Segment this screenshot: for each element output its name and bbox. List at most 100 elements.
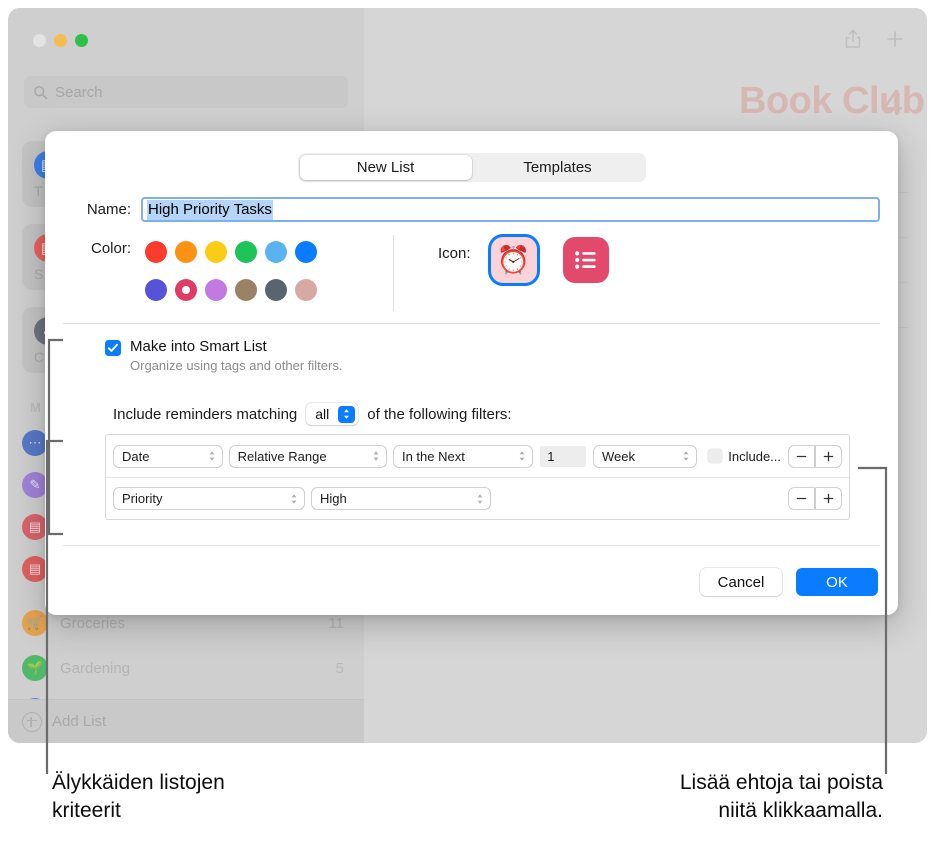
filter-amount-input[interactable]: 1 <box>540 445 586 467</box>
filter-include-checkbox[interactable] <box>708 449 723 463</box>
color-swatch-pink-selected[interactable] <box>175 279 197 301</box>
add-filter-button[interactable] <box>816 488 841 509</box>
minimize-window-button[interactable] <box>54 34 67 47</box>
filter-qualifier-value: In the Next <box>401 448 465 464</box>
tab-new-list[interactable]: New List <box>299 155 472 180</box>
filter-field-select[interactable]: Date <box>114 445 222 467</box>
matching-prefix-label: Include reminders matching <box>113 405 298 423</box>
matching-mode-select[interactable]: all <box>306 403 359 425</box>
filter-include-checkbox-row[interactable]: Include... <box>708 449 781 464</box>
dialog-footer-buttons: Cancel OK <box>700 568 878 596</box>
tab-templates[interactable]: Templates <box>472 155 644 180</box>
color-swatch-cell[interactable] <box>291 275 321 305</box>
search-placeholder: Search <box>55 83 103 101</box>
search-input[interactable]: Search <box>24 76 348 108</box>
plus-icon <box>823 493 834 504</box>
filter-unit-value: Week <box>601 448 635 464</box>
color-swatch-cell[interactable] <box>231 275 261 305</box>
filters-card: Date Relative Range In the Next 1 Week I… <box>105 434 850 520</box>
bulleted-list-icon <box>574 251 596 269</box>
matching-row: Include reminders matching all of the fo… <box>113 403 512 425</box>
color-and-icon-row: Color: Icon: ⏰ <box>63 235 880 321</box>
up-down-chevron-icon <box>338 405 356 423</box>
dialog-segmented-control[interactable]: New List Templates <box>297 153 646 182</box>
color-swatch-cell[interactable] <box>201 237 231 267</box>
callout-caption-left: Älykkäiden listojen kriteerit <box>52 769 225 824</box>
add-filter-button[interactable] <box>816 445 842 467</box>
callout-caption-left-line2: kriteerit <box>52 798 121 822</box>
color-swatch-slate[interactable] <box>265 279 287 301</box>
smart-tile-label: C <box>34 349 45 365</box>
color-swatch-orange[interactable] <box>175 241 197 263</box>
share-icon[interactable] <box>843 28 863 50</box>
sidebar-item-count: 5 <box>335 659 344 677</box>
maximize-window-button[interactable] <box>75 34 88 47</box>
filter-field-select[interactable]: Priority <box>114 488 304 509</box>
color-swatch-purple[interactable] <box>205 279 227 301</box>
color-swatch-cell[interactable] <box>171 275 201 305</box>
sidebar-list-item-gardening[interactable]: 🌱 Gardening 5 <box>22 648 352 688</box>
icon-option-bulleted-list-icon[interactable] <box>562 237 609 283</box>
color-swatch-cell[interactable] <box>201 275 231 305</box>
make-smart-list-row[interactable]: Make into Smart List Organize using tags… <box>105 338 342 373</box>
color-swatch-indigo[interactable] <box>145 279 167 301</box>
color-swatch-rose[interactable] <box>295 279 317 301</box>
icon-picker: Icon: ⏰ <box>438 237 635 283</box>
filter-row: Priority High <box>106 477 849 519</box>
up-down-chevron-icon <box>477 493 483 504</box>
color-swatch-cell[interactable] <box>261 275 291 305</box>
filter-qualifier-select[interactable]: In the Next <box>393 445 533 467</box>
footer-divider <box>63 545 880 546</box>
color-swatch-cell[interactable] <box>291 237 321 267</box>
minus-icon <box>796 497 807 500</box>
color-swatch-cell[interactable] <box>261 237 291 267</box>
color-swatch-lightblue[interactable] <box>265 241 287 263</box>
make-smart-list-title: Make into Smart List <box>130 338 267 355</box>
filter-operator-select[interactable]: Relative Range <box>229 445 386 467</box>
make-smart-list-text: Make into Smart List Organize using tags… <box>130 338 342 373</box>
color-swatch-cell[interactable] <box>141 237 171 267</box>
name-label: Name: <box>86 201 131 218</box>
color-swatch-cell[interactable] <box>141 275 171 305</box>
screenshot-root: Search ▤ T ▤ S ✓ C M ⋯ ✎ <box>0 0 935 841</box>
callout-caption-right-line2: niitä klikkaamalla. <box>718 798 883 822</box>
remove-filter-button[interactable] <box>789 488 814 509</box>
plus-icon[interactable] <box>885 28 905 50</box>
make-smart-list-subtitle: Organize using tags and other filters. <box>130 358 343 373</box>
ok-button[interactable]: OK <box>796 568 878 596</box>
icon-label: Icon: <box>438 245 471 262</box>
sidebar-section-header: M <box>30 400 41 415</box>
leaf-icon: 🌱 <box>22 655 48 681</box>
color-swatch-red[interactable] <box>145 241 167 263</box>
filter-row: Date Relative Range In the Next 1 Week I… <box>106 435 849 477</box>
color-swatch-brown[interactable] <box>235 279 257 301</box>
filter-operator-select[interactable]: High <box>312 488 490 509</box>
color-swatch-yellow[interactable] <box>205 241 227 263</box>
color-swatch-green[interactable] <box>235 241 257 263</box>
make-smart-list-checkbox[interactable] <box>105 340 121 356</box>
cancel-button[interactable]: Cancel <box>700 568 782 596</box>
color-swatch-cell[interactable] <box>231 237 261 267</box>
sidebar-item-label: Gardening <box>60 659 131 677</box>
color-swatch-blue[interactable] <box>295 241 317 263</box>
vertical-divider <box>393 235 394 311</box>
color-swatch-cell[interactable] <box>171 237 201 267</box>
list-name-input[interactable]: High Priority Tasks <box>141 197 880 222</box>
filter-add-remove-group[interactable] <box>789 488 841 509</box>
smart-tile-label: S <box>34 266 44 282</box>
close-window-button[interactable] <box>33 34 46 47</box>
up-down-chevron-icon <box>291 493 297 504</box>
plus-icon <box>823 451 834 461</box>
cart-icon: 🛒 <box>22 610 48 636</box>
icon-option-alarm-clock-emoji-icon[interactable]: ⏰ <box>490 237 537 283</box>
filter-add-remove-group[interactable] <box>789 445 842 467</box>
remove-filter-button[interactable] <box>789 445 815 467</box>
color-swatch-grid[interactable] <box>141 237 321 305</box>
sidebar-item-count: 11 <box>328 614 344 632</box>
up-down-chevron-icon <box>373 451 379 461</box>
filter-unit-select[interactable]: Week <box>593 445 697 467</box>
add-list-button[interactable]: Add List <box>8 699 364 743</box>
up-down-chevron-icon <box>683 451 689 461</box>
window-traffic-lights[interactable] <box>33 34 88 47</box>
content-toolbar[interactable] <box>843 28 905 50</box>
